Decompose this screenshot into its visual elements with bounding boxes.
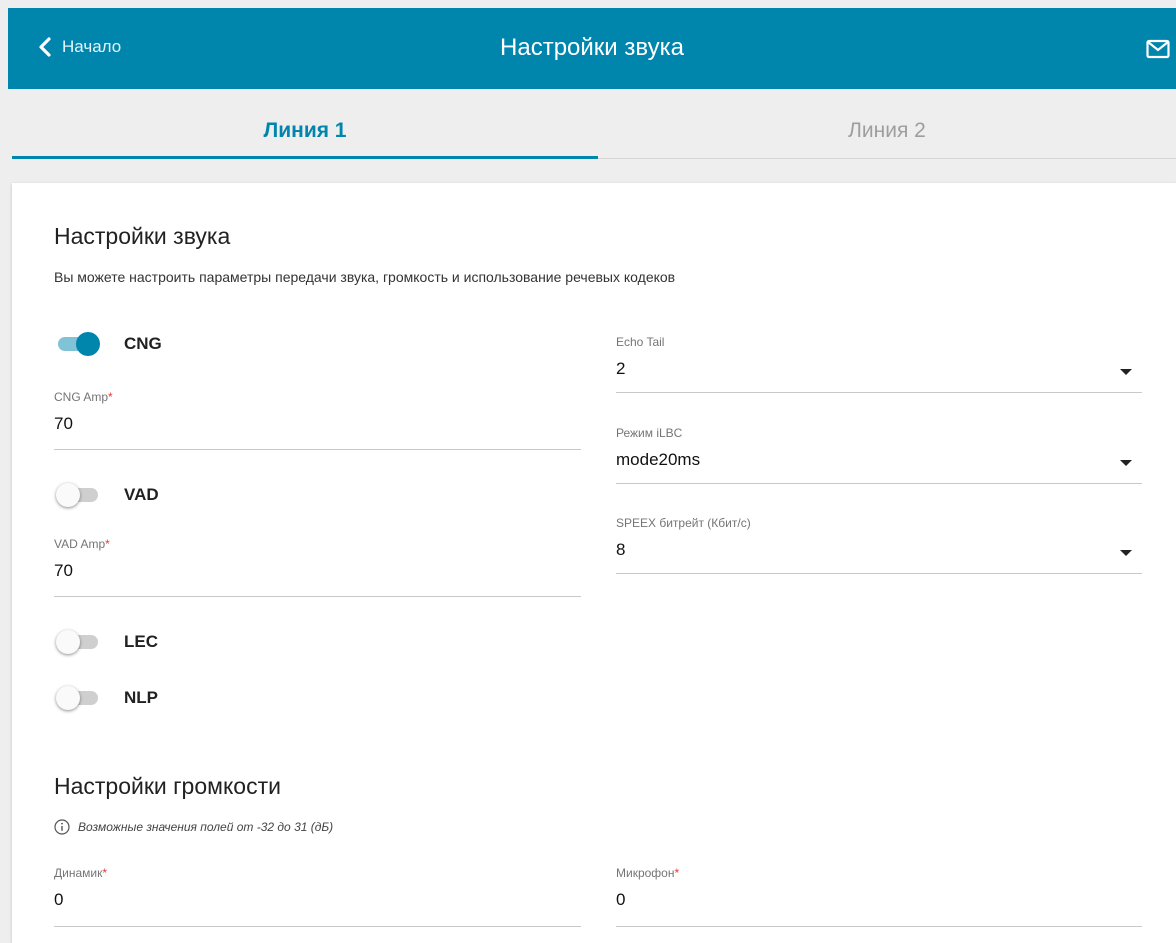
speex-bitrate-underline	[616, 573, 1142, 574]
info-icon	[54, 819, 70, 835]
nlp-switch-track	[56, 686, 98, 710]
vad-switch-track	[56, 483, 98, 507]
microphone-underline	[616, 926, 1142, 927]
tab-line-1[interactable]: Линия 1	[12, 103, 598, 159]
tab-divider	[598, 158, 1176, 159]
sound-section-description: Вы можете настроить параметры передачи з…	[54, 269, 676, 285]
ilbc-mode-underline	[616, 483, 1142, 484]
volume-hint-text: Возможные значения полей от -32 до 31 (д…	[78, 820, 334, 834]
echo-tail-value[interactable]: 2	[616, 359, 1142, 379]
echo-tail-underline	[616, 392, 1142, 393]
volume-hint: Возможные значения полей от -32 до 31 (д…	[54, 819, 333, 835]
cng-amp-underline	[54, 449, 581, 450]
lec-switch-track	[56, 630, 98, 654]
mail-icon[interactable]	[1146, 39, 1170, 59]
chevron-down-icon[interactable]	[1120, 550, 1132, 556]
nlp-switch-knob	[56, 686, 80, 710]
speex-bitrate-label: SPEEX битрейт (Кбит/с)	[616, 516, 751, 530]
echo-tail-label: Echo Tail	[616, 335, 665, 349]
vad-toggle[interactable]: VAD	[56, 483, 159, 507]
cng-switch-track	[58, 332, 100, 356]
speaker-label: Динамик*	[54, 866, 108, 880]
lec-switch-knob	[56, 630, 80, 654]
vad-amp-label: VAD Amp*	[54, 537, 110, 551]
cng-amp-value[interactable]: 70	[54, 414, 581, 434]
page-title: Настройки звука	[500, 34, 684, 61]
volume-section-title: Настройки громкости	[54, 773, 281, 799]
ilbc-mode-label: Режим iLBC	[616, 426, 683, 440]
app-header: Начало Настройки звука	[8, 8, 1176, 89]
speaker-value[interactable]: 0	[54, 890, 581, 910]
cng-amp-field[interactable]: CNG Amp* 70	[54, 390, 581, 451]
sound-section-title: Настройки звука	[54, 223, 231, 249]
lec-label: LEC	[124, 632, 158, 651]
vad-switch-knob	[56, 483, 80, 507]
vad-amp-field[interactable]: VAD Amp* 70	[54, 537, 581, 598]
tab-line-2[interactable]: Линия 2	[598, 103, 1176, 159]
microphone-field[interactable]: Микрофон* 0	[616, 866, 1142, 928]
cng-amp-label: CNG Amp*	[54, 390, 113, 404]
microphone-label: Микрофон*	[616, 866, 680, 880]
chevron-down-icon[interactable]	[1120, 369, 1132, 375]
cng-toggle[interactable]: CNG	[58, 332, 162, 356]
ilbc-mode-value[interactable]: mode20ms	[616, 450, 1142, 470]
speex-bitrate-select[interactable]: SPEEX битрейт (Кбит/с) 8	[616, 516, 1142, 574]
line-tabs: Линия 1 Линия 2	[12, 103, 1176, 159]
speaker-field[interactable]: Динамик* 0	[54, 866, 581, 928]
ilbc-mode-select[interactable]: Режим iLBC mode20ms	[616, 426, 1142, 484]
nlp-label: NLP	[124, 688, 158, 707]
cng-switch-knob	[76, 332, 100, 356]
speaker-underline	[54, 926, 581, 927]
vad-label: VAD	[124, 485, 159, 504]
echo-tail-select[interactable]: Echo Tail 2	[616, 335, 1142, 393]
speex-bitrate-value[interactable]: 8	[616, 540, 1142, 560]
lec-toggle[interactable]: LEC	[56, 630, 158, 654]
settings-card: Настройки звука Вы можете настроить пара…	[12, 183, 1176, 943]
microphone-value[interactable]: 0	[616, 890, 1142, 910]
vad-amp-value[interactable]: 70	[54, 561, 581, 581]
vad-amp-underline	[54, 596, 581, 597]
cng-label: CNG	[124, 334, 162, 353]
nlp-toggle[interactable]: NLP	[56, 686, 158, 710]
active-tab-indicator	[12, 156, 598, 159]
chevron-down-icon[interactable]	[1120, 460, 1132, 466]
